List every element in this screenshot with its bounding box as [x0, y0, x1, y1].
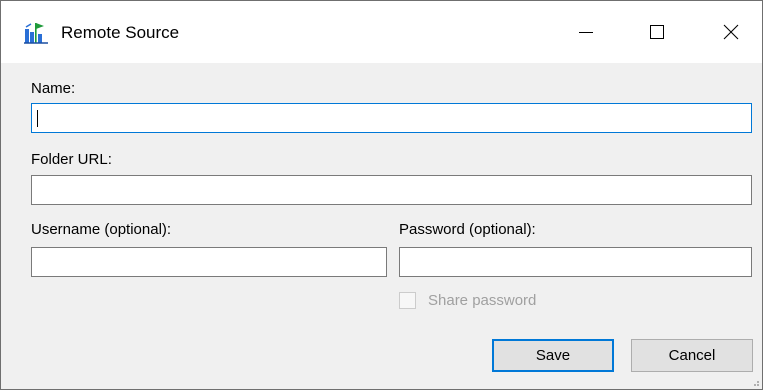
cancel-button[interactable]: Cancel [631, 339, 753, 372]
name-field[interactable] [31, 103, 752, 133]
share-password-checkbox[interactable] [399, 292, 416, 309]
username-field[interactable] [31, 247, 387, 277]
resize-grip-icon[interactable] [750, 377, 760, 387]
minimize-button[interactable] [552, 1, 620, 63]
username-label: Username (optional): [31, 221, 172, 238]
remote-source-app-icon [24, 23, 48, 44]
window-title: Remote Source [61, 23, 180, 42]
password-field[interactable] [399, 247, 752, 277]
minimize-icon [579, 32, 593, 33]
text-caret [37, 110, 38, 127]
share-password-label: Share password [428, 292, 537, 309]
close-button[interactable] [697, 1, 763, 63]
maximize-button[interactable] [623, 1, 691, 63]
save-button[interactable]: Save [492, 339, 614, 372]
close-icon [723, 24, 739, 40]
maximize-icon [650, 25, 664, 39]
name-label: Name: [31, 80, 76, 97]
remote-source-dialog: Remote Source Name: Folder URL: Username… [0, 0, 763, 390]
password-label: Password (optional): [399, 221, 536, 238]
folder-url-field[interactable] [31, 175, 752, 205]
title-bar[interactable]: Remote Source [1, 1, 762, 63]
folder-url-label: Folder URL: [31, 151, 112, 168]
